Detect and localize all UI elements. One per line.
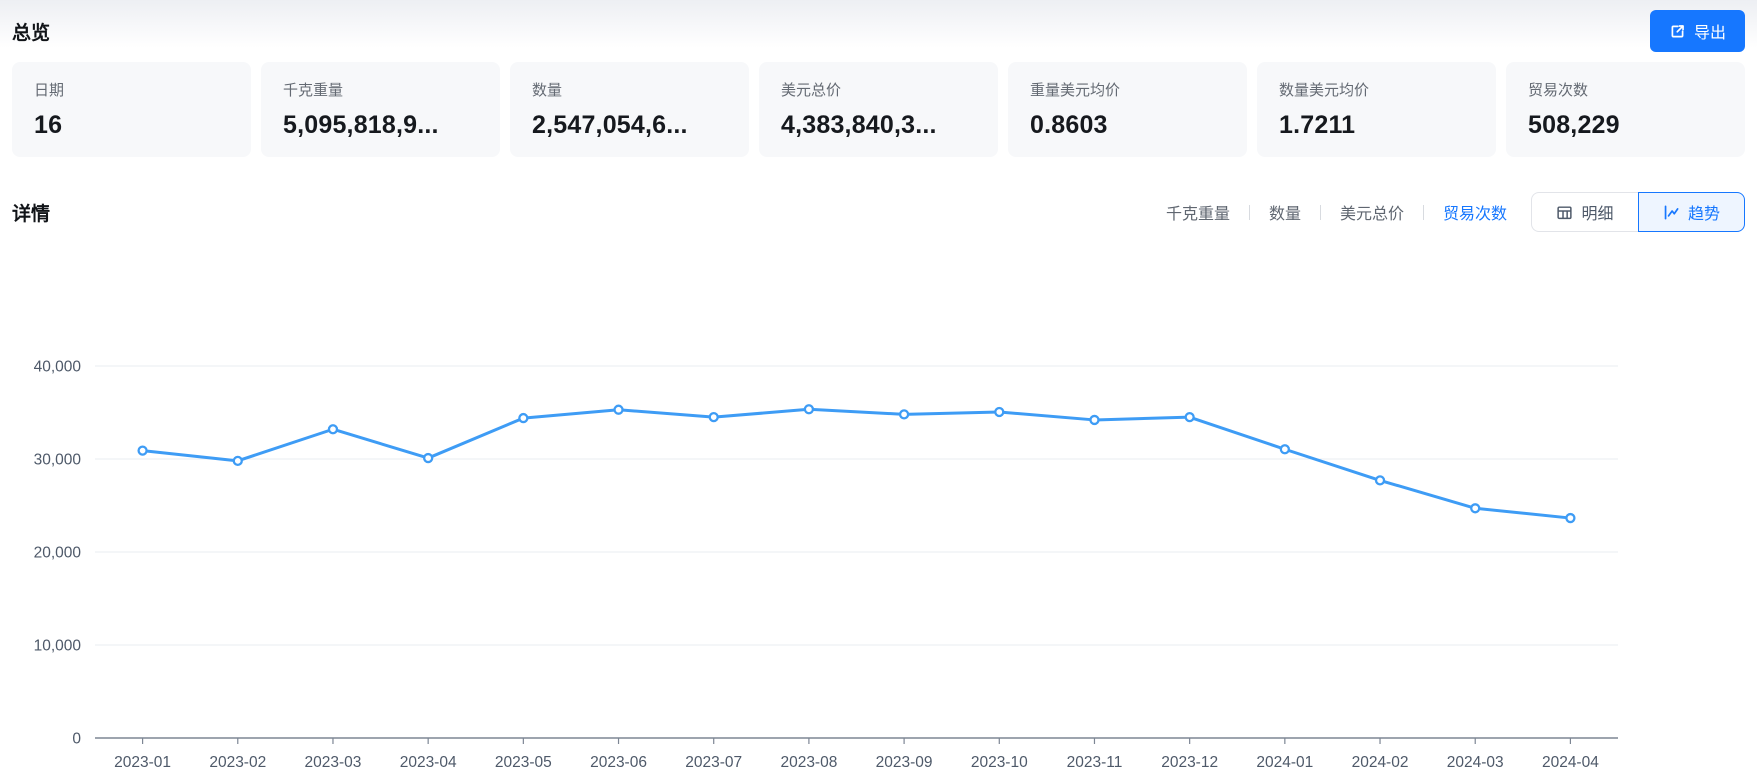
export-button[interactable]: 导出	[1650, 10, 1745, 52]
card-value: 0.8603	[1030, 111, 1225, 140]
separator	[1249, 205, 1250, 220]
metric-link-trade-count[interactable]: 贸易次数	[1441, 200, 1509, 224]
trend-view-label: 趋势	[1688, 200, 1720, 224]
card-date: 日期 16	[12, 62, 251, 157]
card-label: 日期	[34, 79, 229, 100]
table-icon	[1556, 204, 1573, 221]
card-usd-total: 美元总价 4,383,840,3...	[759, 62, 998, 157]
card-value: 1.7211	[1279, 111, 1474, 140]
separator	[1320, 205, 1321, 220]
card-value: 508,229	[1528, 111, 1723, 140]
card-label: 贸易次数	[1528, 79, 1723, 100]
overview-header: 总览 导出	[12, 0, 1745, 62]
separator	[1423, 205, 1424, 220]
detail-view-button[interactable]: 明细	[1531, 192, 1638, 232]
detail-view-label: 明细	[1581, 200, 1613, 224]
card-value: 16	[34, 111, 229, 140]
card-label: 数量	[532, 79, 727, 100]
card-kg-weight: 千克重量 5,095,818,9...	[261, 62, 500, 157]
card-label: 美元总价	[781, 79, 976, 100]
card-qty-avg-price: 数量美元均价 1.7211	[1257, 62, 1496, 157]
metric-link-usd-total[interactable]: 美元总价	[1338, 200, 1406, 224]
card-value: 5,095,818,9...	[283, 111, 478, 140]
summary-cards-row: 日期 16 千克重量 5,095,818,9... 数量 2,547,054,6…	[12, 62, 1745, 157]
metric-link-kg-weight[interactable]: 千克重量	[1164, 200, 1232, 224]
card-weight-avg-price: 重量美元均价 0.8603	[1008, 62, 1247, 157]
card-label: 数量美元均价	[1279, 79, 1474, 100]
card-trade-count: 贸易次数 508,229	[1506, 62, 1745, 157]
card-label: 千克重量	[283, 79, 478, 100]
page-title: 总览	[12, 18, 50, 45]
card-label: 重量美元均价	[1030, 79, 1225, 100]
metric-link-quantity[interactable]: 数量	[1267, 200, 1303, 224]
export-button-label: 导出	[1694, 19, 1726, 43]
details-header: 详情 千克重量 数量 美元总价 贸易次数	[12, 191, 1745, 233]
details-title: 详情	[12, 199, 50, 226]
trend-view-button[interactable]: 趋势	[1638, 192, 1745, 232]
metric-selector: 千克重量 数量 美元总价 贸易次数	[1164, 200, 1509, 224]
card-quantity: 数量 2,547,054,6...	[510, 62, 749, 157]
card-value: 2,547,054,6...	[532, 111, 727, 140]
trend-icon	[1663, 204, 1680, 221]
external-link-icon	[1669, 23, 1686, 40]
view-toggle: 明细 趋势	[1531, 192, 1745, 232]
card-value: 4,383,840,3...	[781, 111, 976, 140]
